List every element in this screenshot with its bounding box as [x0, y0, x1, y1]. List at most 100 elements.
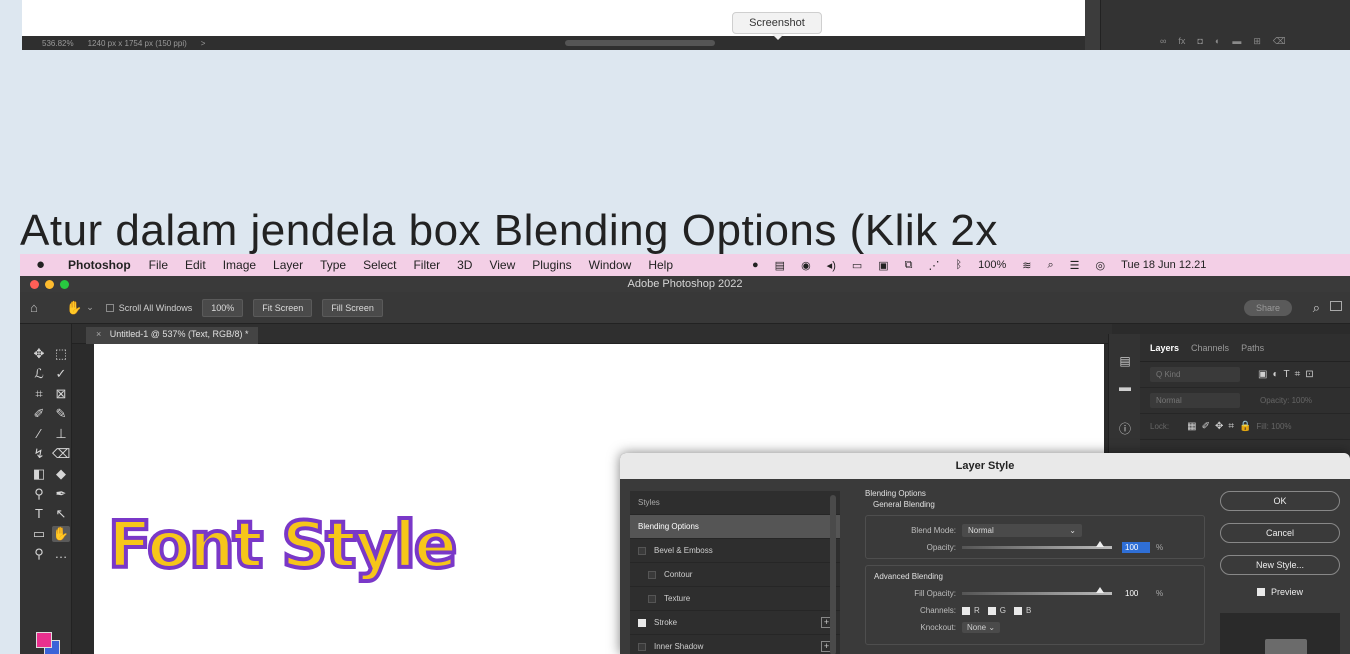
shape-tool-icon[interactable]: ▭	[30, 526, 48, 542]
crop-tool-icon[interactable]: ⌗	[30, 386, 48, 402]
siri-icon[interactable]: ◎	[1096, 259, 1106, 272]
menu-file[interactable]: File	[149, 258, 168, 272]
history-brush-icon[interactable]: ↯	[30, 446, 48, 462]
hand-tool-icon[interactable]: ✋	[66, 300, 82, 316]
menu-plugins[interactable]: Plugins	[532, 258, 571, 272]
fill-screen-button[interactable]: Fill Screen	[322, 298, 383, 317]
checkbox-checked-icon[interactable]	[638, 618, 646, 627]
chevron-down-icon[interactable]: ⌄	[86, 302, 94, 313]
scroll-all-checkbox[interactable]	[105, 303, 114, 312]
display-icon[interactable]: ▭	[852, 259, 862, 272]
menu-edit[interactable]: Edit	[185, 258, 206, 272]
horizontal-scrollbar[interactable]	[565, 40, 715, 46]
blend-mode-select[interactable]: Normal	[1150, 393, 1240, 408]
bluetooth-icon[interactable]: ᛒ	[956, 259, 963, 271]
apple-logo-icon[interactable]: ●	[36, 256, 54, 274]
type-tool-icon[interactable]: T	[30, 506, 48, 522]
search-icon[interactable]: ⌕	[1313, 300, 1320, 316]
screen-mirror-icon[interactable]: ⧉	[905, 259, 913, 272]
marquee-tool-icon[interactable]: ⬚	[52, 346, 70, 362]
gradient-tool-icon[interactable]: ◧	[30, 466, 48, 482]
tab-channels[interactable]: Channels	[1191, 343, 1229, 353]
style-item-bevel-emboss[interactable]: Bevel & Emboss	[630, 539, 840, 563]
fill-opacity-input[interactable]: 100	[1122, 588, 1150, 599]
mask-icon[interactable]: ◘	[1197, 36, 1202, 47]
style-item-contour[interactable]: Contour	[630, 563, 840, 587]
lock-icons[interactable]: ▦✐✥⌗🔒	[1187, 421, 1256, 432]
style-item-inner-shadow[interactable]: Inner Shadow +	[630, 635, 840, 654]
layer-opacity[interactable]: Opacity: 100%	[1260, 396, 1312, 405]
tab-paths[interactable]: Paths	[1241, 343, 1264, 353]
zoom-tool-icon[interactable]: ⚲	[30, 546, 48, 562]
stats-icon[interactable]: ⋰	[929, 259, 940, 272]
ok-button[interactable]: OK	[1220, 491, 1340, 511]
close-tab-icon[interactable]: ×	[96, 329, 101, 339]
opacity-slider[interactable]	[962, 541, 1112, 549]
preview-checkbox[interactable]: Preview	[1220, 587, 1340, 597]
move-tool-icon[interactable]: ✥	[30, 346, 48, 362]
zoom-100-button[interactable]: 100%	[202, 298, 244, 317]
font-style-artwork[interactable]: Font Style	[106, 507, 459, 585]
creative-cloud-icon[interactable]: ●	[752, 259, 759, 271]
menu-3d[interactable]: 3D	[457, 258, 472, 272]
blur-tool-icon[interactable]: ◆	[52, 466, 70, 482]
style-item-blending-options[interactable]: Blending Options	[630, 515, 840, 539]
new-layer-icon[interactable]: ⊞	[1253, 36, 1261, 47]
menu-filter[interactable]: Filter	[413, 258, 440, 272]
dodge-tool-icon[interactable]: ⚲	[30, 486, 48, 502]
adjustment-icon[interactable]: ◐	[1215, 36, 1220, 47]
layer-fill[interactable]: Fill: 100%	[1256, 422, 1291, 431]
app-menu[interactable]: Photoshop	[68, 258, 131, 272]
clipboard-icon[interactable]: ▤	[775, 259, 785, 272]
fit-screen-button[interactable]: Fit Screen	[253, 298, 313, 317]
channel-g-checkbox[interactable]: G	[987, 606, 1006, 615]
menu-view[interactable]: View	[489, 258, 515, 272]
trash-icon[interactable]: ⌫	[1273, 36, 1286, 47]
knockout-dropdown[interactable]: None ⌄	[962, 622, 1001, 633]
folder-icon[interactable]: ▬	[1232, 36, 1241, 47]
blend-mode-dropdown[interactable]: Normal ⌄	[962, 524, 1082, 537]
frame-tool-icon[interactable]: ⊠	[52, 386, 70, 402]
document-tab[interactable]: × Untitled-1 @ 537% (Text, RGB/8) *	[86, 327, 259, 344]
checkbox-icon[interactable]	[648, 594, 656, 603]
info-panel-icon[interactable]: ⓘ	[1117, 420, 1133, 436]
healing-brush-icon[interactable]: ✎	[52, 406, 70, 422]
channel-b-checkbox[interactable]: B	[1014, 606, 1031, 615]
menu-select[interactable]: Select	[363, 258, 396, 272]
tab-layers[interactable]: Layers	[1150, 343, 1179, 353]
menu-window[interactable]: Window	[589, 258, 632, 272]
more-tools-icon[interactable]: …	[52, 546, 70, 562]
path-select-icon[interactable]: ↖	[52, 506, 70, 522]
eyedropper-icon[interactable]: ✐	[30, 406, 48, 422]
spotlight-icon[interactable]: ⌕	[1048, 259, 1054, 272]
menu-type[interactable]: Type	[320, 258, 346, 272]
opacity-input[interactable]: 100	[1122, 542, 1150, 553]
styles-scrollbar[interactable]	[830, 495, 836, 654]
checkbox-icon[interactable]	[648, 570, 656, 579]
control-center-icon[interactable]: ☰	[1070, 259, 1080, 272]
menu-help[interactable]: Help	[648, 258, 673, 272]
layer-kind-filter[interactable]: Q Kind	[1150, 367, 1240, 382]
style-item-texture[interactable]: Texture	[630, 587, 840, 611]
eraser-icon[interactable]: ⌫	[52, 446, 70, 462]
comments-panel-icon[interactable]: ▬	[1117, 380, 1133, 396]
fill-opacity-slider[interactable]	[962, 587, 1112, 595]
wifi-icon[interactable]: ≋	[1022, 259, 1031, 272]
a-icon[interactable]: ▣	[878, 259, 888, 272]
workspace-icon[interactable]	[1330, 301, 1342, 311]
home-icon[interactable]: ⌂	[30, 300, 44, 315]
battery-readout[interactable]: 100%	[978, 259, 1006, 271]
foreground-color-swatch[interactable]	[36, 632, 52, 648]
layer-filter-icons[interactable]: ▣◐T⌗⊡	[1258, 369, 1319, 380]
quick-select-icon[interactable]: ✓	[52, 366, 70, 382]
channel-r-checkbox[interactable]: R	[962, 606, 980, 615]
volume-icon[interactable]: ◂)	[827, 259, 836, 272]
cancel-button[interactable]: Cancel	[1220, 523, 1340, 543]
checkbox-icon[interactable]	[638, 546, 646, 555]
history-panel-icon[interactable]: ▤	[1117, 354, 1133, 370]
style-item-stroke[interactable]: Stroke +	[630, 611, 840, 635]
checkbox-icon[interactable]	[638, 642, 646, 651]
menu-image[interactable]: Image	[223, 258, 256, 272]
status-arrow-icon[interactable]: >	[201, 39, 206, 48]
fx-icon[interactable]: fx	[1178, 36, 1185, 47]
